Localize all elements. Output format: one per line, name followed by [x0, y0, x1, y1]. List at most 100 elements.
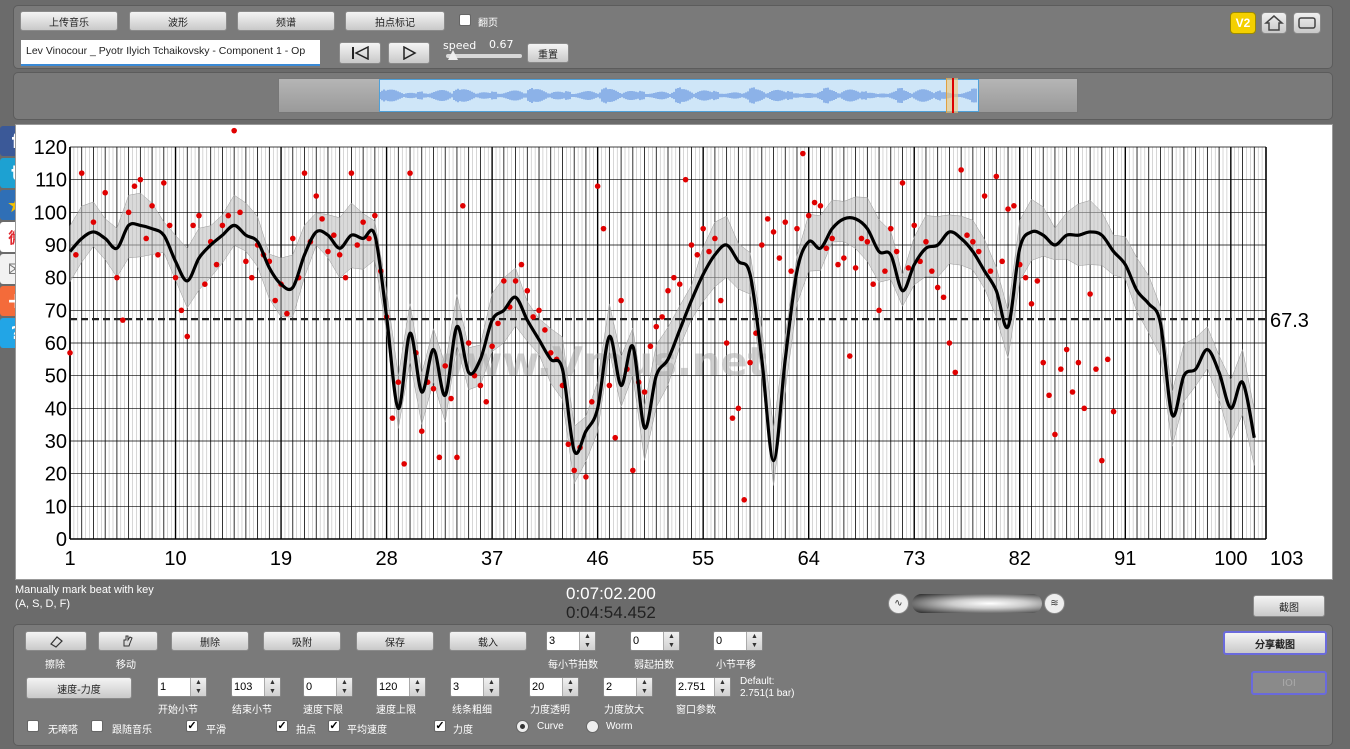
pickup-stepper[interactable]: ▲▼ — [630, 631, 680, 651]
delete-button[interactable]: 删除 — [171, 631, 249, 651]
beats-per-bar-input[interactable] — [549, 633, 579, 649]
y-tick-label: 50 — [45, 366, 67, 388]
stepper-arrows[interactable]: ▲ ▼ — [336, 678, 352, 696]
volume-slider[interactable] — [912, 594, 1042, 613]
beat-point — [395, 379, 402, 385]
dynamics-checkbox[interactable]: ✓ — [434, 720, 446, 732]
smooth-checkbox[interactable]: ✓ — [186, 720, 198, 732]
erase-button[interactable] — [25, 631, 87, 651]
y-tick-label: 100 — [34, 202, 67, 224]
tempo-max-stepper[interactable]: ▲▼ — [376, 677, 426, 697]
fullscreen-icon — [1298, 17, 1316, 29]
reset-button[interactable]: 重置 — [527, 43, 569, 63]
save-button[interactable]: 保存 — [356, 631, 434, 651]
stepper-arrows[interactable]: ▲ ▼ — [663, 632, 679, 650]
v2-badge[interactable]: V2 — [1230, 12, 1256, 34]
tempo-min-stepper[interactable]: ▲▼ — [303, 677, 353, 697]
share-screenshot-button[interactable]: 分享截图 — [1223, 631, 1327, 655]
beat-point — [735, 405, 742, 412]
stepper-arrows[interactable]: ▲ ▼ — [264, 678, 280, 696]
beats-per-bar-stepper[interactable]: ▲▼ — [546, 631, 596, 651]
waveform-visible-window[interactable] — [379, 78, 979, 113]
stepper-arrows[interactable]: ▲ ▼ — [636, 678, 652, 696]
beat-point — [149, 203, 155, 209]
upload-music-button[interactable]: 上传音乐 — [20, 11, 118, 31]
beat-point — [1075, 359, 1082, 366]
beat-point — [407, 170, 413, 176]
beat-mark-button[interactable]: 拍点标记 — [345, 11, 445, 31]
start-bar-stepper[interactable]: ▲▼ — [157, 677, 207, 697]
end-bar-input[interactable] — [234, 679, 264, 695]
stepper-arrows[interactable]: ▲ ▼ — [409, 678, 425, 696]
tempo-min-label: 速度下限 — [303, 705, 343, 716]
dyn-opacity-label: 力度透明 — [530, 705, 570, 716]
beat-points-checkbox[interactable]: ✓ — [276, 720, 288, 732]
speed-slider-thumb[interactable] — [448, 50, 458, 60]
page-turn-checkbox[interactable] — [459, 14, 471, 26]
bar-shift-input[interactable] — [716, 633, 746, 649]
follow-music-checkbox[interactable] — [91, 720, 103, 732]
stepper-arrows[interactable]: ▲ ▼ — [714, 678, 730, 696]
window-param-input[interactable] — [678, 679, 714, 695]
stepper-arrows[interactable]: ▲ ▼ — [562, 678, 578, 696]
beat-point — [524, 287, 531, 294]
beat-point — [1069, 389, 1076, 395]
fullscreen-button[interactable] — [1293, 12, 1321, 34]
tempo-min-input[interactable] — [306, 679, 336, 695]
tempo-chart[interactable]: 01020304050607080901001101201 10 19 28 37 46 5… — [16, 125, 1332, 579]
rewind-button[interactable] — [339, 42, 381, 64]
playhead-marker[interactable] — [946, 78, 958, 113]
no-beep-checkbox[interactable] — [27, 720, 39, 732]
window-param-stepper[interactable]: ▲▼ — [675, 677, 731, 697]
curve-radio[interactable] — [516, 720, 529, 733]
x-tick-label: 82 — [1009, 548, 1031, 570]
beat-point — [946, 340, 953, 346]
end-bar-stepper[interactable]: ▲▼ — [231, 677, 281, 697]
waveform-low-icon: ∿ — [888, 593, 909, 614]
snap-button[interactable]: 吸附 — [263, 631, 341, 651]
bar-shift-stepper[interactable]: ▲▼ — [713, 631, 763, 651]
play-button[interactable] — [388, 42, 430, 64]
dyn-opacity-input[interactable] — [532, 679, 562, 695]
speed-slider[interactable] — [446, 50, 522, 60]
avg-tempo-checkbox[interactable]: ✓ — [328, 720, 340, 732]
home-button[interactable] — [1261, 12, 1287, 34]
stepper-arrows[interactable]: ▲ ▼ — [190, 678, 206, 696]
beat-point — [114, 274, 120, 281]
waveform-button[interactable]: 波形 — [129, 11, 227, 31]
line-width-stepper[interactable]: ▲▼ — [450, 677, 500, 697]
beat-point — [905, 265, 912, 271]
screenshot-button[interactable]: 截图 — [1253, 595, 1325, 617]
tempo-max-input[interactable] — [379, 679, 409, 695]
load-button[interactable]: 载入 — [449, 631, 527, 651]
track-title-field[interactable]: Lev Vinocour _ Pyotr Ilyich Tchaikovsky … — [21, 40, 320, 66]
stepper-arrows[interactable]: ▲ ▼ — [579, 632, 595, 650]
stepper-arrows[interactable]: ▲ ▼ — [483, 678, 499, 696]
worm-radio[interactable] — [586, 720, 599, 733]
y-tick-label: 40 — [45, 398, 67, 420]
beat-point — [131, 183, 138, 189]
beat-point — [929, 268, 935, 274]
stepper-arrows[interactable]: ▲ ▼ — [746, 632, 762, 650]
ioi-button[interactable]: IOI — [1251, 671, 1327, 695]
dyn-scale-stepper[interactable]: ▲▼ — [603, 677, 653, 697]
tempo-dynamics-button[interactable]: 速度-力度 — [26, 677, 132, 699]
smooth-label: 平滑 — [206, 725, 226, 736]
pickup-input[interactable] — [633, 633, 663, 649]
dyn-scale-input[interactable] — [606, 679, 636, 695]
waveform-track[interactable] — [278, 78, 1078, 113]
dyn-scale-label: 力度放大 — [604, 705, 644, 716]
dyn-opacity-stepper[interactable]: ▲▼ — [529, 677, 579, 697]
start-bar-input[interactable] — [160, 679, 190, 695]
spectrum-button[interactable]: 频谱 — [237, 11, 335, 31]
beat-point — [289, 235, 296, 242]
x-tick-label: 64 — [798, 548, 820, 570]
move-button[interactable] — [98, 631, 158, 651]
beat-points-label: 拍点 — [296, 725, 316, 736]
line-width-input[interactable] — [453, 679, 483, 695]
beat-point — [665, 287, 671, 294]
beat-point — [178, 307, 185, 314]
beat-point — [448, 395, 454, 402]
volume-control[interactable]: ∿ ≋ — [888, 593, 1066, 614]
beat-point — [870, 281, 876, 287]
